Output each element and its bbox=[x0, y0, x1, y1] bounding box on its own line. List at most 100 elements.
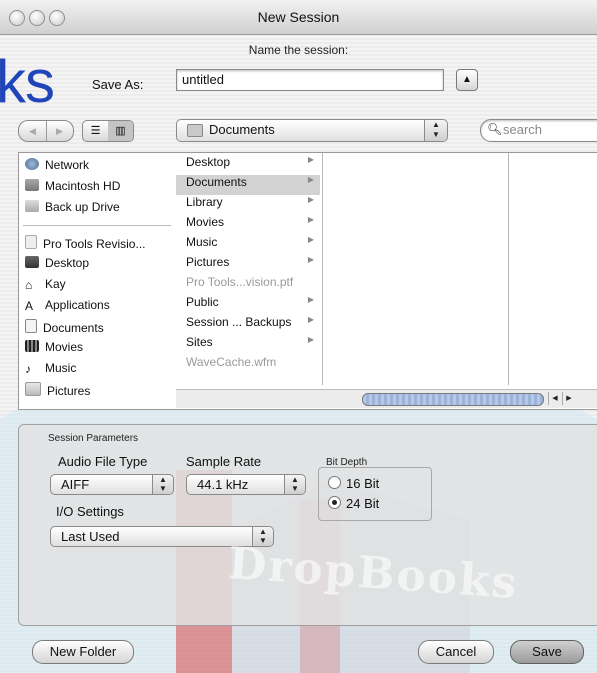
sidebar-item-label: Network bbox=[45, 158, 90, 172]
audio-file-type-value: AIFF bbox=[61, 477, 90, 492]
popup-arrows-icon: ▲ ▼ bbox=[424, 120, 447, 141]
sample-rate-label: Sample Rate bbox=[186, 454, 262, 469]
desktop-icon bbox=[25, 256, 39, 268]
disclosure-triangle-icon: ▶ bbox=[307, 155, 314, 164]
list-item[interactable]: Documents ▶ bbox=[176, 175, 320, 195]
file-name: Sites bbox=[186, 335, 213, 349]
new-folder-button[interactable]: New Folder bbox=[32, 640, 134, 664]
file-name: Documents bbox=[186, 175, 247, 189]
file-name: Public bbox=[186, 295, 219, 309]
list-item[interactable]: Desktop ▶ bbox=[176, 155, 320, 175]
sidebar: Network Macintosh HD Back up Drive Pro T… bbox=[18, 152, 178, 410]
list-item[interactable]: Movies ▶ bbox=[176, 215, 320, 235]
list-view-button[interactable]: ☰ bbox=[83, 121, 109, 141]
search-field[interactable]: 🔍︎ search bbox=[480, 119, 597, 142]
triangle-up-icon: ▲ bbox=[462, 74, 472, 85]
disclosure-triangle-icon: ▶ bbox=[307, 335, 314, 344]
file-name: Pictures bbox=[186, 255, 230, 269]
sidebar-item-label: Back up Drive bbox=[45, 200, 120, 214]
music-folder-icon: ♪ bbox=[25, 362, 31, 376]
list-item[interactable]: Pictures ▶ bbox=[176, 255, 320, 275]
home-icon: ⌂ bbox=[25, 278, 33, 292]
movies-folder-icon bbox=[25, 340, 39, 352]
sidebar-item-label: Pictures bbox=[47, 384, 91, 398]
column-view-icon: ▥ bbox=[115, 125, 126, 137]
sample-rate-popup[interactable]: 44.1 kHz ▲ ▼ bbox=[186, 474, 306, 495]
cancel-button[interactable]: Cancel bbox=[418, 640, 494, 664]
location-label: Documents bbox=[209, 122, 275, 137]
external-drive-icon bbox=[25, 200, 39, 212]
disclosure-triangle-icon: ▶ bbox=[307, 215, 314, 224]
radio-16-bit[interactable]: 16 Bit bbox=[328, 476, 379, 491]
sidebar-item-applications[interactable]: A Applications bbox=[25, 298, 110, 318]
hard-drive-icon bbox=[25, 179, 39, 191]
audio-file-type-label: Audio File Type bbox=[58, 454, 148, 469]
collapse-dialog-button[interactable]: ▲ bbox=[456, 69, 478, 91]
column-browser: Desktop ▶ Documents ▶ Library ▶ Movies ▶ Mus… bbox=[176, 152, 597, 410]
window-title: New Session bbox=[257, 9, 340, 25]
disclosure-triangle-icon: ▶ bbox=[307, 175, 314, 184]
file-name: Music bbox=[186, 235, 218, 249]
disclosure-triangle-icon: ▶ bbox=[307, 315, 314, 324]
sidebar-item-pictures[interactable]: Pictures bbox=[25, 382, 90, 402]
list-item[interactable]: Public ▶ bbox=[176, 295, 320, 315]
watermark-text: ks bbox=[0, 48, 55, 115]
new-session-dialog: New Session Name the session: Save As: u… bbox=[0, 0, 597, 673]
radio-label: 16 Bit bbox=[346, 476, 380, 491]
sidebar-item-label: Macintosh HD bbox=[45, 179, 121, 193]
save-as-label: Save As: bbox=[92, 77, 144, 92]
browser-column-2 bbox=[322, 153, 509, 385]
browser-column-3 bbox=[508, 153, 597, 385]
sidebar-item-macintosh-hd[interactable]: Macintosh HD bbox=[25, 179, 120, 199]
folder-icon bbox=[187, 124, 203, 137]
radio-24-bit[interactable]: 24 Bit bbox=[328, 496, 379, 511]
session-parameters-label: Session Parameters bbox=[48, 433, 139, 444]
list-item[interactable]: Library ▶ bbox=[176, 195, 320, 215]
horizontal-scrollbar[interactable]: ◀ ▶ bbox=[176, 389, 597, 408]
file-name: WaveCache.wfm bbox=[186, 355, 277, 369]
file-name: Pro Tools...vision.ptf bbox=[186, 275, 294, 289]
browser-column-1: Desktop ▶ Documents ▶ Library ▶ Movies ▶ Mus… bbox=[176, 153, 323, 385]
save-prompt: Name the session: bbox=[248, 43, 349, 57]
list-item[interactable]: Session ... Backups ▶ bbox=[176, 315, 320, 335]
sample-rate-value: 44.1 kHz bbox=[197, 477, 249, 492]
list-item[interactable]: Pro Tools...vision.ptf bbox=[176, 275, 320, 295]
file-name: Session ... Backups bbox=[186, 315, 292, 329]
audio-file-type-popup[interactable]: AIFF ▲ ▼ bbox=[50, 474, 174, 495]
location-popup[interactable]: Documents ▲ ▼ bbox=[176, 119, 448, 142]
sidebar-item-movies[interactable]: Movies bbox=[25, 340, 83, 360]
sidebar-item-kay[interactable]: ⌂ Kay bbox=[25, 277, 66, 297]
io-settings-label: I/O Settings bbox=[56, 504, 124, 519]
radio-button-selected-icon bbox=[328, 496, 341, 509]
sidebar-item-back-up-drive[interactable]: Back up Drive bbox=[25, 200, 120, 220]
save-as-input[interactable]: untitled bbox=[176, 69, 444, 91]
scrollbar-thumb[interactable] bbox=[362, 393, 544, 406]
forward-button[interactable]: ▶ bbox=[46, 121, 73, 141]
forward-arrow-icon: ▶ bbox=[56, 126, 63, 136]
sidebar-item-pro-tools-revision[interactable]: Pro Tools Revisio... bbox=[25, 235, 146, 255]
list-item[interactable]: Sites ▶ bbox=[176, 335, 320, 355]
search-icon: 🔍︎ bbox=[487, 122, 503, 136]
sidebar-item-label: Desktop bbox=[45, 256, 90, 270]
disclosure-triangle-icon: ▶ bbox=[307, 195, 314, 204]
sidebar-item-desktop[interactable]: Desktop bbox=[25, 256, 89, 276]
list-view-icon: ☰ bbox=[90, 125, 101, 137]
file-name: Library bbox=[186, 195, 223, 209]
back-button[interactable]: ◀ bbox=[19, 121, 47, 141]
view-mode-buttons: ☰ ▥ bbox=[82, 120, 134, 142]
save-button[interactable]: Save bbox=[510, 640, 584, 664]
documents-folder-icon bbox=[25, 319, 37, 333]
scroll-right-icon[interactable]: ▶ bbox=[562, 392, 575, 405]
list-item[interactable]: WaveCache.wfm bbox=[176, 355, 320, 375]
sidebar-item-network[interactable]: Network bbox=[25, 158, 89, 178]
sidebar-item-music[interactable]: ♪ Music bbox=[25, 361, 76, 381]
column-view-button[interactable]: ▥ bbox=[108, 121, 133, 141]
disclosure-triangle-icon: ▶ bbox=[307, 255, 314, 264]
sidebar-item-label: Documents bbox=[43, 321, 104, 335]
list-item[interactable]: Music ▶ bbox=[176, 235, 320, 255]
sidebar-item-label: Pro Tools Revisio... bbox=[43, 237, 146, 251]
sidebar-item-documents[interactable]: Documents bbox=[25, 319, 104, 339]
globe-icon bbox=[25, 158, 39, 170]
back-forward-buttons: ◀ ▶ bbox=[18, 120, 74, 142]
scroll-left-icon[interactable]: ◀ bbox=[548, 392, 561, 405]
